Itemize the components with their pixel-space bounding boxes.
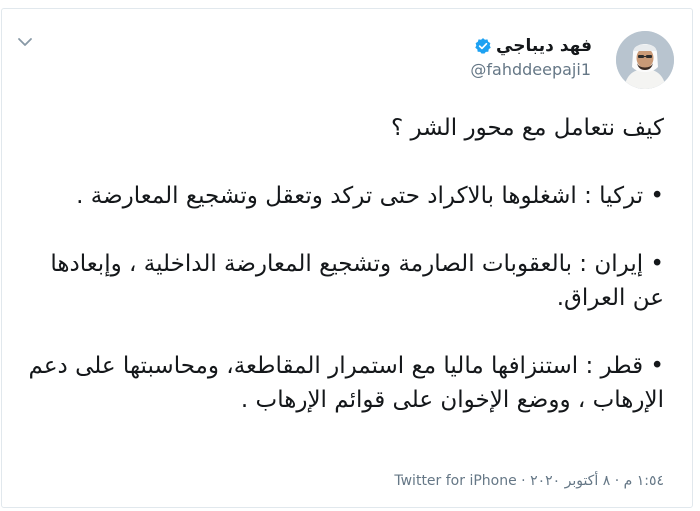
tweet-source-link[interactable]: Twitter for iPhone xyxy=(394,473,516,489)
meta-separator-2: · xyxy=(521,473,526,489)
tweet-paragraph-iran: • إيران : بالعقوبات الصارمة وتشجيع المعا… xyxy=(50,251,664,311)
author-handle[interactable]: @fahddeepaji1 xyxy=(470,60,591,79)
meta-separator: · xyxy=(614,473,620,489)
tweet-title: كيف نتعامل مع محور الشر ؟ xyxy=(391,115,664,141)
chevron-down-icon[interactable] xyxy=(16,35,34,49)
tweet-text: كيف نتعامل مع محور الشر ؟ • تركيا : اشغل… xyxy=(24,111,664,417)
avatar[interactable] xyxy=(616,31,674,89)
tweet-card: فهد ديباجي @fahddeepaji1 كيف نتعامل مع م… xyxy=(1,8,693,508)
tweet-date[interactable]: ٨ أكتوبر ٢٠٢٠ xyxy=(530,473,610,489)
tweet-paragraph-turkey: • تركيا : اشغلوها بالاكراد حتى تركد وتعق… xyxy=(76,183,664,209)
author-name[interactable]: فهد ديباجي xyxy=(496,36,592,56)
verified-badge-icon xyxy=(475,38,491,54)
avatar-photo xyxy=(616,31,674,89)
author-name-row[interactable]: فهد ديباجي xyxy=(474,36,592,56)
tweet-paragraph-qatar: • قطر : استنزافها ماليا مع استمرار المقا… xyxy=(28,353,664,413)
tweet-meta: ١:٥٤ م · ٨ أكتوبر ٢٠٢٠ · Twitter for iPh… xyxy=(394,473,664,489)
tweet-time[interactable]: ١:٥٤ م xyxy=(624,473,664,489)
